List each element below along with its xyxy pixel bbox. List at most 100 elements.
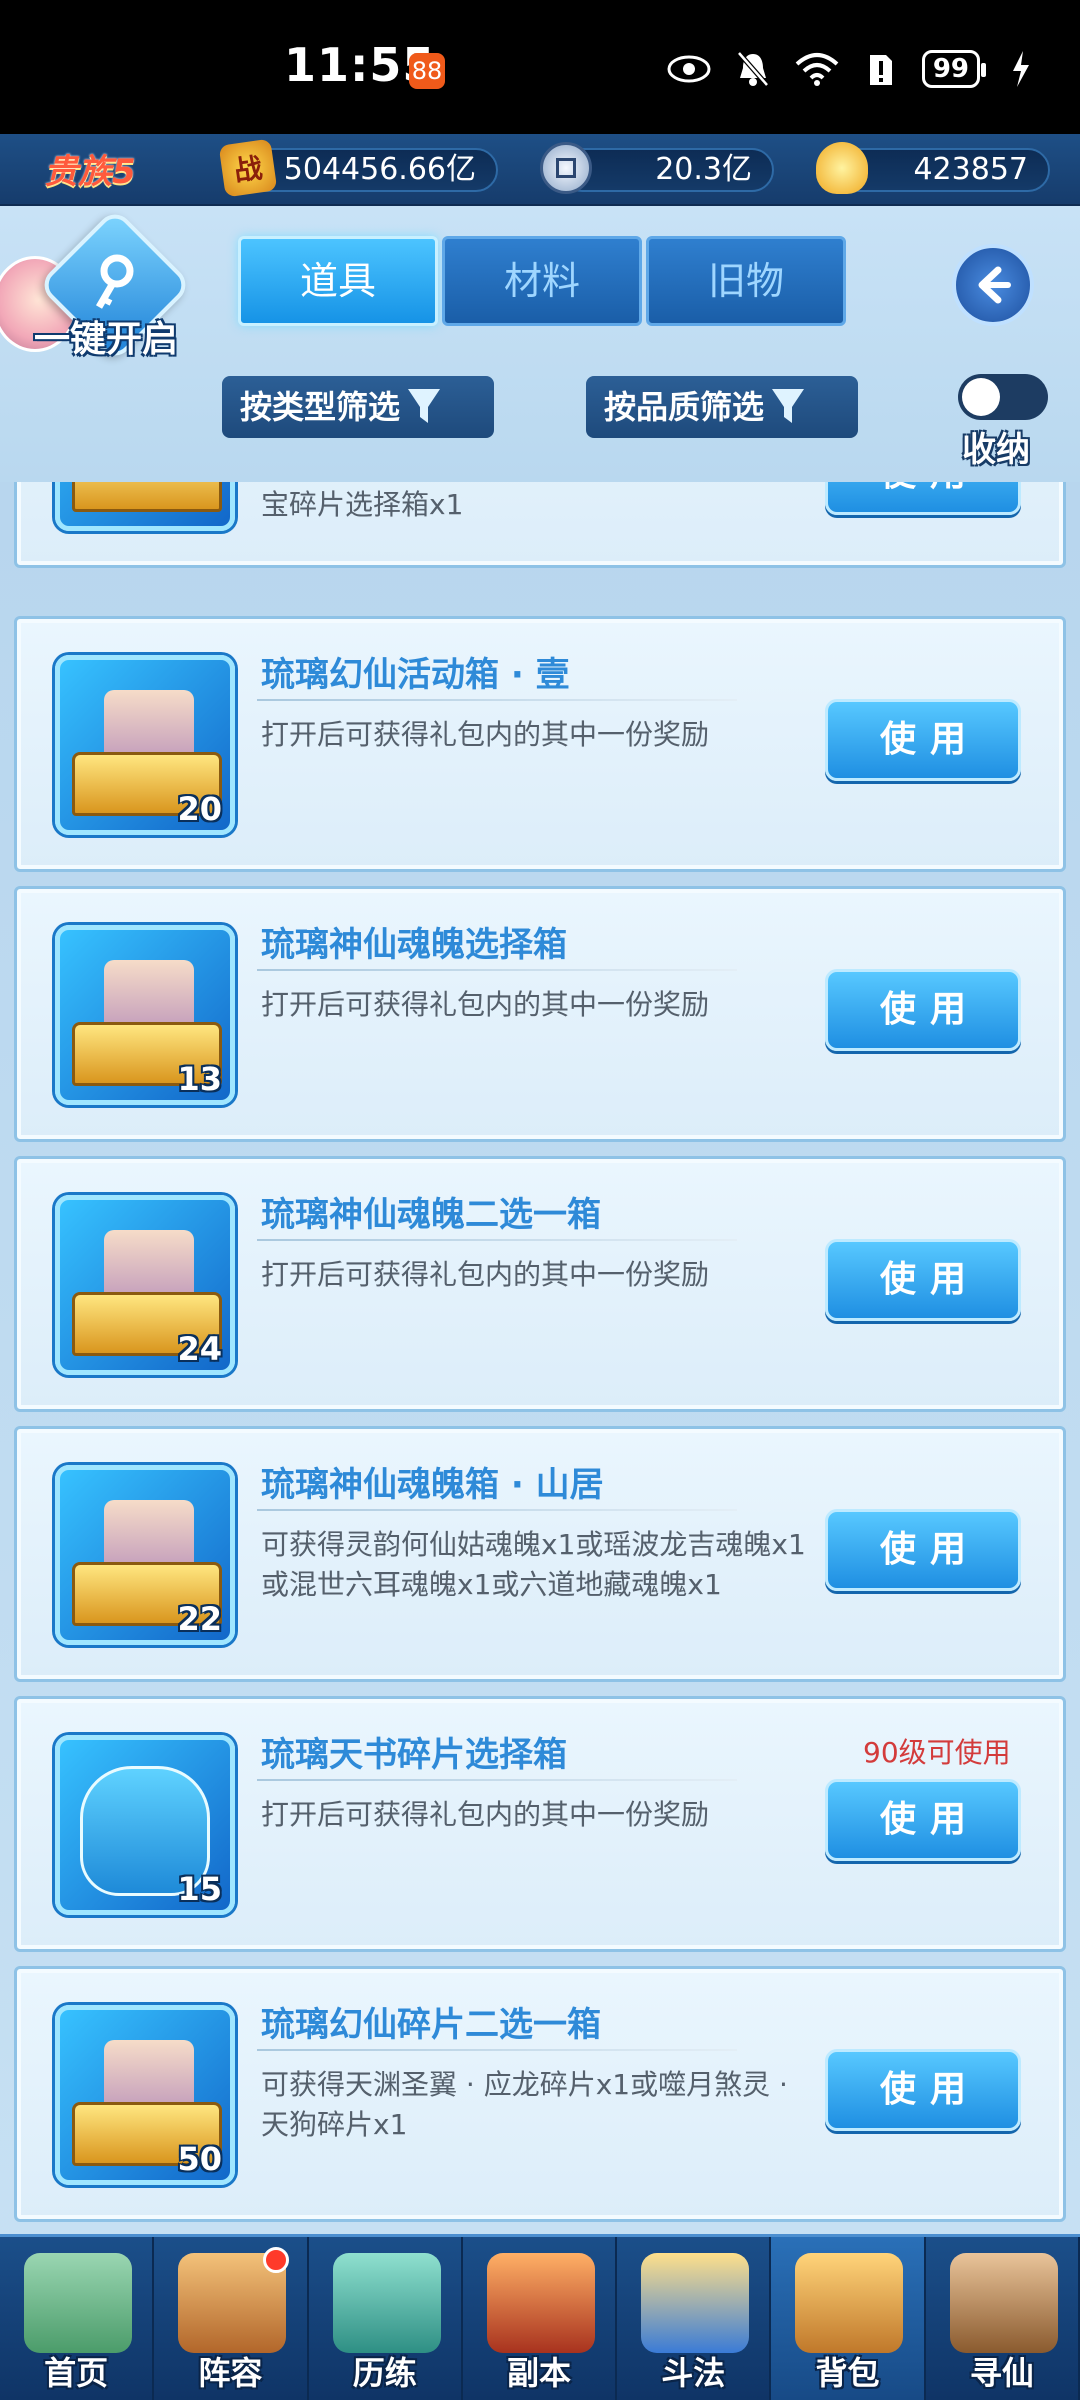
home-icon bbox=[24, 2253, 132, 2353]
nav-label: 历练 bbox=[352, 2354, 417, 2392]
filter-by-type-button[interactable]: 按类型筛选 bbox=[222, 376, 494, 438]
filter-by-quality-button[interactable]: 按品质筛选 bbox=[586, 376, 858, 438]
item-thumbnail[interactable] bbox=[55, 482, 235, 531]
nav-home[interactable]: 首页 bbox=[0, 2237, 155, 2400]
use-button[interactable]: 使用 bbox=[825, 1509, 1021, 1591]
item-count: 50 bbox=[177, 2140, 222, 2178]
nav-training[interactable]: 历练 bbox=[309, 2237, 463, 2400]
item-count: 24 bbox=[177, 1330, 222, 1368]
divider bbox=[257, 1239, 737, 1241]
item-description: 打开后可获得礼包内的其中一份奖励 bbox=[261, 1798, 710, 1831]
nav-label: 首页 bbox=[44, 2354, 109, 2392]
list-item: 15 琉璃天书碎片选择箱 90级可使用 打开后可获得礼包内的其中一份奖励 使用 bbox=[14, 1696, 1066, 1952]
item-count: 15 bbox=[177, 1870, 222, 1908]
coin-display: 20.3亿 bbox=[560, 148, 774, 192]
power-display: 504456.66亿 bbox=[240, 148, 498, 192]
nav-label: 寻仙 bbox=[969, 2354, 1034, 2392]
item-count: 22 bbox=[177, 1600, 222, 1638]
item-name: 琉璃神仙魂魄二选一箱 bbox=[261, 1195, 601, 1235]
dungeon-icon bbox=[486, 2253, 595, 2353]
item-description: 打开后可获得礼包内的其中一份奖励 bbox=[261, 988, 710, 1021]
sim-alert-icon bbox=[858, 49, 904, 89]
divider bbox=[257, 969, 737, 971]
item-description: 宝碎片选择箱x1 bbox=[261, 488, 464, 521]
bottom-nav: 首页 阵容 历练 副本 斗法 背包 寻仙 bbox=[0, 2234, 1080, 2400]
mute-bell-icon bbox=[730, 49, 776, 89]
gold-ingot-icon bbox=[816, 142, 868, 194]
bag-icon bbox=[795, 2253, 904, 2353]
battle-icon bbox=[641, 2253, 750, 2353]
key-icon bbox=[80, 248, 150, 318]
item-thumbnail[interactable]: 13 bbox=[55, 925, 235, 1105]
nav-label: 背包 bbox=[815, 2354, 880, 2392]
divider bbox=[257, 699, 737, 701]
seek-icon bbox=[949, 2253, 1058, 2353]
status-bar: 11:55 88 99 bbox=[0, 0, 1080, 134]
collect-toggle[interactable] bbox=[958, 374, 1048, 420]
nav-lineup[interactable]: 阵容 bbox=[154, 2237, 309, 2400]
system-icons: 99 bbox=[666, 44, 1044, 94]
use-button[interactable]: 使用 bbox=[825, 1239, 1021, 1321]
one-key-open-label[interactable]: 一键开启 bbox=[34, 310, 178, 362]
list-item: 20 琉璃幻仙活动箱 · 壹 打开后可获得礼包内的其中一份奖励 使用 bbox=[14, 616, 1066, 872]
charging-icon bbox=[998, 49, 1044, 89]
back-arrow-icon bbox=[978, 266, 1011, 304]
item-name: 琉璃幻仙活动箱 · 壹 bbox=[261, 655, 570, 695]
nav-label: 副本 bbox=[506, 2354, 571, 2392]
eye-icon bbox=[666, 49, 712, 89]
filter-by-type-label: 按类型筛选 bbox=[240, 388, 401, 426]
funnel-icon bbox=[772, 389, 805, 423]
item-name: 琉璃天书碎片选择箱 bbox=[261, 1735, 567, 1775]
chest-icon bbox=[72, 482, 222, 512]
battery-indicator: 99 bbox=[921, 50, 987, 88]
vip-level[interactable]: 贵族5 bbox=[44, 144, 136, 193]
item-name: 琉璃幻仙碎片二选一箱 bbox=[261, 2005, 601, 2045]
divider bbox=[257, 1779, 737, 1781]
item-thumbnail[interactable]: 50 bbox=[55, 2005, 235, 2185]
wifi-icon bbox=[794, 49, 840, 89]
list-item: 22 琉璃神仙魂魄箱 · 山居 可获得灵韵何仙姑魂魄x1或瑶波龙吉魂魄x1或混世… bbox=[14, 1426, 1066, 1682]
item-thumbnail[interactable]: 24 bbox=[55, 1195, 235, 1375]
divider bbox=[257, 1509, 737, 1511]
tab-items[interactable]: 道具 bbox=[238, 236, 438, 326]
list-item: 13 琉璃神仙魂魄选择箱 打开后可获得礼包内的其中一份奖励 使用 bbox=[14, 886, 1066, 1142]
collect-toggle-label: 收纳 bbox=[962, 430, 1030, 470]
coin-icon bbox=[540, 142, 592, 194]
item-description: 打开后可获得礼包内的其中一份奖励 bbox=[261, 718, 710, 751]
use-button[interactable]: 使用 bbox=[825, 482, 1021, 515]
nav-battle[interactable]: 斗法 bbox=[617, 2237, 772, 2400]
list-item: 50 琉璃幻仙碎片二选一箱 可获得天渊圣翼 · 应龙碎片x1或噬月煞灵 · 天狗… bbox=[14, 1966, 1066, 2222]
tab-materials[interactable]: 材料 bbox=[442, 236, 642, 326]
item-count: 20 bbox=[177, 790, 222, 828]
funnel-icon bbox=[408, 389, 441, 423]
use-button[interactable]: 使用 bbox=[825, 1779, 1021, 1861]
nav-label: 阵容 bbox=[198, 2354, 263, 2392]
power-icon: 战 bbox=[218, 138, 278, 198]
use-button[interactable]: 使用 bbox=[825, 699, 1021, 781]
training-icon bbox=[332, 2253, 441, 2353]
item-thumbnail[interactable]: 15 bbox=[55, 1735, 235, 1915]
power-value: 504456.66亿 bbox=[283, 152, 476, 187]
notification-dot bbox=[262, 2247, 289, 2273]
item-list[interactable]: 宝碎片选择箱x1 使用 20 琉璃幻仙活动箱 · 壹 打开后可获得礼包内的其中一… bbox=[0, 482, 1080, 2234]
back-button[interactable] bbox=[952, 244, 1034, 326]
use-button[interactable]: 使用 bbox=[825, 2049, 1021, 2131]
list-item: 24 琉璃神仙魂魄二选一箱 打开后可获得礼包内的其中一份奖励 使用 bbox=[14, 1156, 1066, 1412]
notification-app-icon: 88 bbox=[409, 53, 445, 89]
list-item: 宝碎片选择箱x1 使用 bbox=[14, 482, 1066, 568]
item-name: 琉璃神仙魂魄选择箱 bbox=[261, 925, 567, 965]
item-name: 琉璃神仙魂魄箱 · 山居 bbox=[261, 1465, 604, 1505]
item-thumbnail[interactable]: 20 bbox=[55, 655, 235, 835]
tab-bar: 道具 材料 旧物 bbox=[238, 236, 846, 326]
tab-relics[interactable]: 旧物 bbox=[646, 236, 846, 326]
level-requirement: 90级可使用 bbox=[863, 1736, 1011, 1769]
item-description: 打开后可获得礼包内的其中一份奖励 bbox=[261, 1258, 710, 1291]
coin-value: 20.3亿 bbox=[655, 152, 752, 187]
item-thumbnail[interactable]: 22 bbox=[55, 1465, 235, 1645]
nav-bag[interactable]: 背包 bbox=[771, 2237, 926, 2400]
nav-dungeon[interactable]: 副本 bbox=[463, 2237, 618, 2400]
item-count: 13 bbox=[177, 1060, 222, 1098]
nav-seek[interactable]: 寻仙 bbox=[926, 2237, 1080, 2400]
divider bbox=[257, 2049, 737, 2051]
use-button[interactable]: 使用 bbox=[825, 969, 1021, 1051]
